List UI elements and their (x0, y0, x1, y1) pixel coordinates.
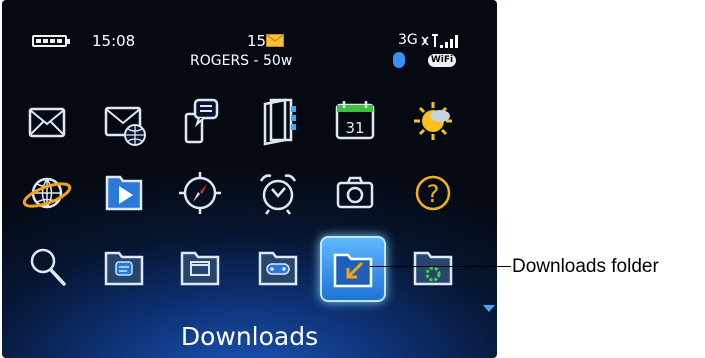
folder-chat-icon[interactable] (93, 236, 155, 298)
help-glyph: ? (427, 180, 440, 208)
help-icon[interactable]: ? (402, 162, 464, 224)
battery-icon (32, 35, 70, 47)
scroll-down-indicator[interactable] (483, 305, 495, 312)
message-count: 15 (247, 32, 267, 50)
folder-games-icon[interactable] (247, 236, 309, 298)
folder-settings-icon[interactable] (402, 236, 464, 298)
envelope-icon[interactable] (16, 93, 78, 155)
unread-mail-icon (266, 34, 284, 47)
folder-window-icon[interactable] (169, 236, 231, 298)
media-play-icon[interactable] (93, 162, 155, 224)
alarm-clock-icon[interactable] (247, 162, 309, 224)
callout-label: Downloads folder (512, 256, 659, 277)
calendar-icon[interactable]: 31 (324, 90, 386, 152)
focused-app-label: Downloads (180, 322, 319, 351)
wifi-badge: WiFi (428, 54, 456, 67)
search-icon[interactable] (16, 236, 78, 298)
carrier-name: ROGERS - 50w (190, 53, 293, 69)
signal-strength-icon (421, 34, 458, 48)
clock-time: 15:08 (92, 32, 136, 50)
text-messages-icon[interactable] (169, 90, 231, 152)
compass-icon[interactable] (169, 162, 231, 224)
folder-download-icon[interactable] (322, 238, 384, 300)
email-globe-icon[interactable] (93, 93, 155, 155)
weather-sun-icon[interactable] (402, 90, 464, 152)
calendar-date: 31 (345, 119, 364, 137)
browser-globe-icon[interactable] (16, 162, 78, 224)
callout-line (370, 266, 511, 267)
camera-icon[interactable] (324, 162, 386, 224)
network-type: 3G (398, 32, 418, 48)
phone-screen: 15:08 15 ROGERS - 50w 3G WiFi 31 ? Downl… (2, 0, 497, 358)
bluetooth-icon (393, 52, 405, 68)
contacts-book-icon[interactable] (247, 90, 309, 152)
